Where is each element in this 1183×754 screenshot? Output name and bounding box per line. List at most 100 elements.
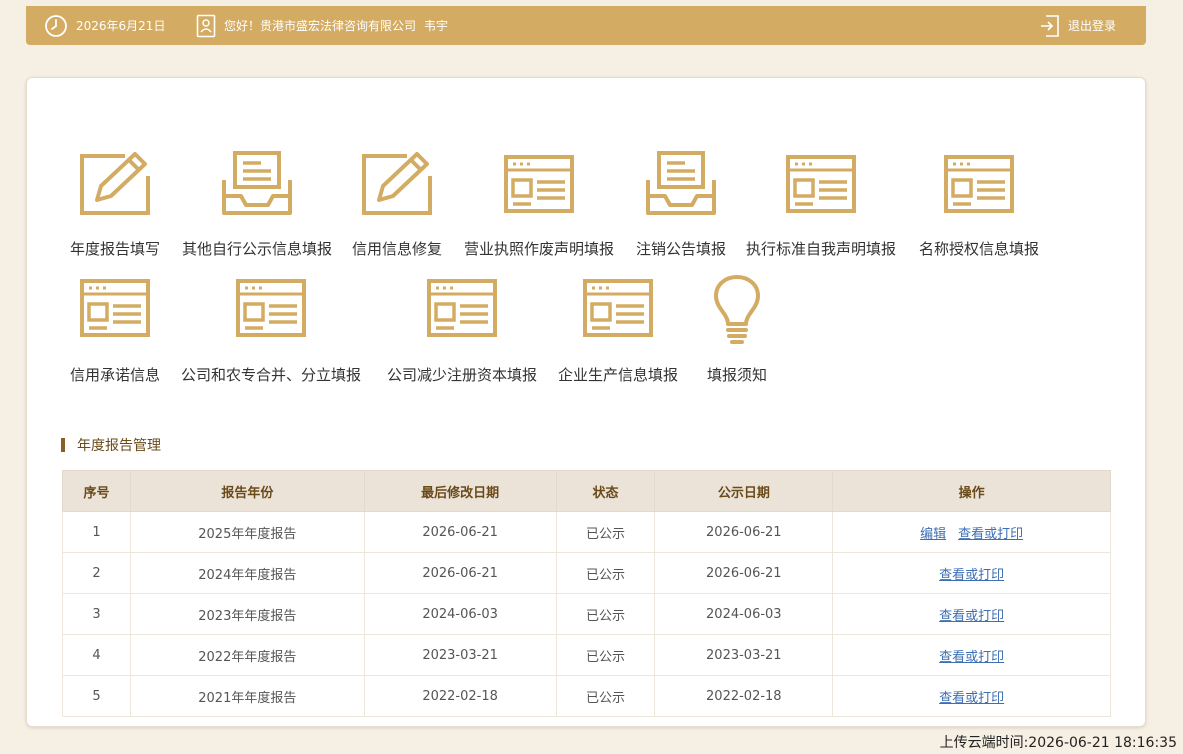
table-header-row: 序号 报告年份 最后修改日期 状态 公示日期 操作	[62, 470, 1111, 512]
tile-label: 企业生产信息填报	[557, 366, 678, 384]
tile-merger-split[interactable]: 公司和农专合并、分立填报	[175, 278, 367, 390]
form-window-icon	[786, 155, 856, 213]
table-row: 3 2023年年度报告 2024-06-03 已公示 2024-06-03 查看…	[62, 593, 1111, 635]
cell-actions: 查看或打印	[832, 552, 1111, 594]
table-row: 5 2021年年度报告 2022-02-18 已公示 2022-02-18 查看…	[62, 675, 1111, 717]
cell-actions: 查看或打印	[832, 593, 1111, 635]
header-year: 报告年份	[129, 470, 365, 512]
view-print-link[interactable]: 查看或打印	[939, 568, 1004, 583]
cell-no: 3	[62, 593, 131, 635]
annual-report-table: 序号 报告年份 最后修改日期 状态 公示日期 操作 1 2025年年度报告 20…	[62, 470, 1111, 717]
cell-actions: 编辑 查看或打印	[832, 511, 1111, 553]
tile-label: 公司和农专合并、分立填报	[180, 366, 361, 384]
cell-modified: 2026-06-21	[363, 511, 557, 553]
cell-modified: 2022-02-18	[363, 675, 557, 717]
cell-actions: 查看或打印	[832, 675, 1111, 717]
title-bar-accent	[61, 438, 65, 452]
header-no: 序号	[62, 470, 131, 512]
top-bar: 2026年6月21日 您好！贵港市盛宏法律咨询有限公司 韦宇 退出登录	[26, 6, 1146, 45]
greeting-text: 您好！贵港市盛宏法律咨询有限公司	[224, 19, 417, 33]
cell-year: 2025年年度报告	[129, 511, 365, 553]
tile-filing-notice[interactable]: 填报须知	[697, 274, 777, 390]
logout-button[interactable]: 退出登录	[1040, 6, 1116, 45]
date-text: 2026年6月21日	[76, 19, 166, 33]
form-window-icon	[504, 155, 574, 213]
tile-label: 营业执照作废声明填报	[463, 240, 614, 258]
view-print-link[interactable]: 查看或打印	[939, 691, 1004, 706]
edit-link[interactable]: 编辑	[920, 527, 946, 542]
tile-credit-commitment[interactable]: 信用承诺信息	[65, 278, 165, 390]
upload-time: 上传云端时间:2026-06-21 18:16:35	[939, 735, 1177, 751]
form-window-icon	[944, 155, 1014, 213]
tile-label: 注销公告填报	[635, 240, 726, 258]
cell-no: 2	[62, 552, 131, 594]
table-row: 2 2024年年度报告 2026-06-21 已公示 2026-06-21 查看…	[62, 552, 1111, 594]
cell-published: 2026-06-21	[654, 511, 834, 553]
form-window-icon	[583, 279, 653, 337]
tile-credit-repair[interactable]: 信用信息修复	[349, 150, 445, 262]
greeting: 您好！贵港市盛宏法律咨询有限公司 韦宇	[196, 6, 448, 45]
cell-year: 2024年年度报告	[129, 552, 365, 594]
cell-modified: 2026-06-21	[363, 552, 557, 594]
cell-status: 已公示	[555, 593, 656, 635]
tile-name-authorization[interactable]: 名称授权信息填报	[911, 150, 1047, 262]
cell-no: 4	[62, 634, 131, 676]
cell-status: 已公示	[555, 552, 656, 594]
view-print-link[interactable]: 查看或打印	[958, 527, 1023, 542]
tile-annual-report[interactable]: 年度报告填写	[65, 150, 165, 262]
view-print-link[interactable]: 查看或打印	[939, 609, 1004, 624]
tile-cancellation[interactable]: 注销公告填报	[631, 150, 731, 262]
lightbulb-icon	[714, 275, 760, 344]
logout-icon	[1040, 14, 1060, 38]
section-title-text: 年度报告管理	[77, 438, 161, 454]
cell-actions: 查看或打印	[832, 634, 1111, 676]
tile-label: 信用承诺信息	[69, 366, 160, 384]
table-row: 1 2025年年度报告 2026-06-21 已公示 2026-06-21 编辑…	[62, 511, 1111, 553]
logout-label: 退出登录	[1067, 19, 1116, 33]
user-card-icon	[196, 14, 216, 38]
tile-label: 公司减少注册资本填报	[386, 366, 537, 384]
user-name: 韦宇	[424, 19, 449, 33]
table-row: 4 2022年年度报告 2023-03-21 已公示 2023-03-21 查看…	[62, 634, 1111, 676]
cell-year: 2023年年度报告	[129, 593, 365, 635]
tile-label: 其他自行公示信息填报	[181, 240, 332, 258]
header-actions: 操作	[832, 470, 1111, 512]
form-window-icon	[80, 279, 150, 337]
cell-status: 已公示	[555, 675, 656, 717]
cell-status: 已公示	[555, 511, 656, 553]
cell-published: 2022-02-18	[654, 675, 834, 717]
tile-license-void[interactable]: 营业执照作废声明填报	[457, 150, 621, 262]
inbox-icon	[646, 151, 716, 215]
cell-modified: 2023-03-21	[363, 634, 557, 676]
cell-no: 1	[62, 511, 131, 553]
clock-icon	[44, 14, 68, 38]
cell-status: 已公示	[555, 634, 656, 676]
form-window-icon	[427, 279, 497, 337]
tile-label: 年度报告填写	[69, 240, 160, 258]
form-window-icon	[236, 279, 306, 337]
tile-production-info[interactable]: 企业生产信息填报	[553, 278, 683, 390]
tile-label: 填报须知	[706, 366, 767, 384]
cell-published: 2024-06-03	[654, 593, 834, 635]
main-panel: 年度报告填写 其他自行公示信息填报 信用信息修复 营业执照作废声明填报 注销公告…	[26, 77, 1146, 727]
tile-label: 信用信息修复	[351, 240, 442, 258]
cell-modified: 2024-06-03	[363, 593, 557, 635]
tile-standard-declaration[interactable]: 执行标准自我声明填报	[739, 150, 903, 262]
cell-published: 2026-06-21	[654, 552, 834, 594]
cell-year: 2022年年度报告	[129, 634, 365, 676]
view-print-link[interactable]: 查看或打印	[939, 650, 1004, 665]
date-display: 2026年6月21日	[44, 6, 165, 45]
tile-other-disclosure[interactable]: 其他自行公示信息填报	[175, 150, 339, 262]
section-title: 年度报告管理	[61, 437, 161, 454]
tile-label: 执行标准自我声明填报	[745, 240, 896, 258]
header-published: 公示日期	[654, 470, 834, 512]
edit-icon	[80, 152, 150, 215]
inbox-icon	[222, 151, 292, 215]
tile-capital-reduction[interactable]: 公司减少注册资本填报	[379, 278, 545, 390]
cell-no: 5	[62, 675, 131, 717]
header-status: 状态	[555, 470, 656, 512]
cell-published: 2023-03-21	[654, 634, 834, 676]
cell-year: 2021年年度报告	[129, 675, 365, 717]
header-modified: 最后修改日期	[363, 470, 557, 512]
tile-label: 名称授权信息填报	[918, 240, 1039, 258]
